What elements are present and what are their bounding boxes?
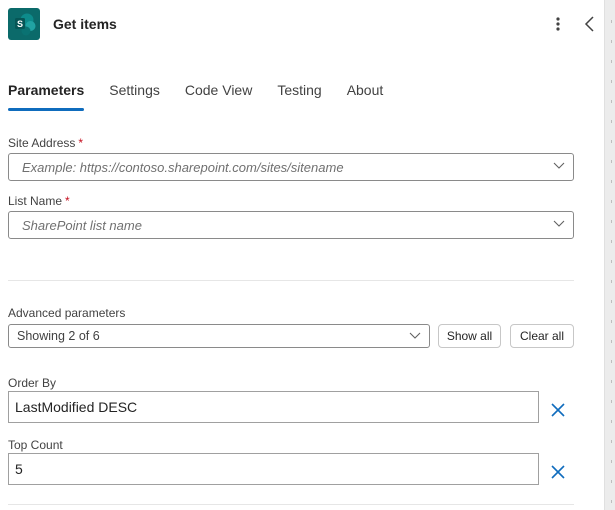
grid-dot — [611, 280, 612, 283]
site-address-label-text: Site Address — [8, 136, 76, 150]
site-address-placeholder: Example: https://contoso.sharepoint.com/… — [22, 160, 344, 175]
grid-dot — [611, 180, 612, 183]
grid-dot — [611, 160, 612, 163]
order-by-value: LastModified DESC — [15, 399, 138, 415]
grid-dot — [611, 400, 612, 403]
advanced-parameters-value: Showing 2 of 6 — [17, 329, 100, 343]
list-name-label-text: List Name — [8, 194, 63, 208]
top-count-value: 5 — [15, 461, 23, 477]
top-count-label: Top Count — [8, 438, 63, 452]
required-mark: * — [65, 194, 70, 208]
section-divider — [8, 504, 574, 505]
tab-bar: Parameters Settings Code View Testing Ab… — [8, 82, 408, 112]
clear-all-button[interactable]: Clear all — [510, 324, 574, 348]
chevron-down-icon — [409, 332, 421, 339]
grid-dot — [611, 80, 612, 83]
grid-dot — [611, 140, 612, 143]
grid-dot — [611, 40, 612, 43]
action-title: Get items — [53, 16, 117, 32]
remove-order-by-icon[interactable] — [550, 402, 566, 418]
grid-dot — [611, 120, 612, 123]
grid-dot — [611, 460, 612, 463]
grid-dot — [611, 320, 612, 323]
advanced-parameters-dropdown[interactable]: Showing 2 of 6 — [8, 324, 430, 348]
tab-code-view[interactable]: Code View — [185, 82, 252, 112]
show-all-button[interactable]: Show all — [438, 324, 501, 348]
required-mark: * — [78, 136, 84, 150]
grid-dot — [611, 220, 612, 223]
order-by-label: Order By — [8, 376, 57, 390]
list-name-label: List Name * — [8, 194, 70, 208]
chevron-down-icon — [553, 220, 565, 227]
site-address-dropdown[interactable]: Example: https://contoso.sharepoint.com/… — [8, 153, 574, 181]
canvas-edge — [604, 0, 615, 510]
grid-dot — [611, 260, 612, 263]
grid-dot — [611, 500, 612, 503]
grid-dot — [611, 480, 612, 483]
remove-top-count-icon[interactable] — [550, 464, 566, 480]
grid-dot — [611, 20, 612, 23]
grid-dot — [611, 240, 612, 243]
grid-dot — [611, 440, 612, 443]
order-by-input[interactable]: LastModified DESC — [8, 391, 539, 423]
app-icon-letter: S — [17, 19, 23, 29]
chevron-down-icon — [553, 162, 565, 169]
list-name-placeholder: SharePoint list name — [22, 218, 142, 233]
section-divider — [8, 280, 574, 281]
tab-testing[interactable]: Testing — [277, 82, 321, 112]
tab-parameters[interactable]: Parameters — [8, 82, 85, 112]
grid-dot — [611, 100, 612, 103]
grid-dot — [611, 60, 612, 63]
list-name-dropdown[interactable]: SharePoint list name — [8, 211, 574, 239]
grid-dot — [611, 300, 612, 303]
action-details-panel: S Get items Parameters Settings Code Vie… — [0, 0, 604, 510]
grid-dot — [611, 380, 612, 383]
chevron-left-icon[interactable] — [582, 13, 598, 35]
grid-dot — [611, 200, 612, 203]
top-count-input[interactable]: 5 — [8, 453, 539, 485]
tab-about[interactable]: About — [347, 82, 384, 112]
grid-dot — [611, 360, 612, 363]
sharepoint-icon: S — [8, 8, 40, 40]
grid-dot — [611, 340, 612, 343]
more-vertical-icon[interactable] — [552, 14, 564, 34]
site-address-label: Site Address * — [8, 136, 83, 150]
advanced-parameters-label: Advanced parameters — [8, 306, 126, 320]
grid-dot — [611, 420, 612, 423]
tab-settings[interactable]: Settings — [109, 82, 160, 112]
